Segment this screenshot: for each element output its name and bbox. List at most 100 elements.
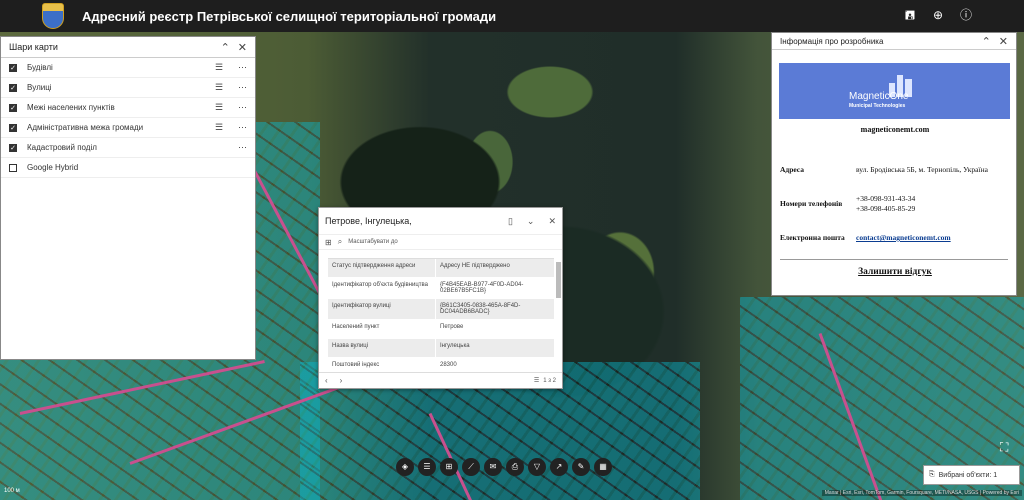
legend-icon[interactable]: ☰ [418, 458, 436, 476]
layer-item[interactable]: ✓ Межі населених пунктів ☰ ⋯ [1, 98, 255, 118]
brand-subtitle: Municipal Technologies [849, 103, 906, 109]
more-options-icon[interactable]: ⋯ [231, 82, 247, 93]
layer-label: Кадастровий поділ [27, 143, 97, 152]
legend-list-icon[interactable]: ☰ [215, 62, 231, 73]
attribute-value: Адресу НЕ підтверджено [440, 263, 510, 269]
divider [780, 259, 1008, 260]
company-website: magneticonemt.com [860, 125, 930, 134]
phone-2: +38-098-405-85-29 [856, 204, 916, 213]
collapse-icon[interactable]: ⌃ [221, 41, 230, 54]
popup-footer: ‹ › ☰ 1 з 2 [319, 372, 562, 388]
layer-label: Межі населених пунктів [27, 103, 115, 112]
attribute-key: Назва вулиці [328, 339, 436, 357]
phones-label: Номери телефонів [780, 199, 843, 208]
save-icon[interactable]: 🖪 [904, 8, 916, 22]
legend-list-icon[interactable]: ☰ [215, 102, 231, 113]
zoom-icon[interactable]: ⌕ [338, 237, 342, 247]
layer-item[interactable]: ✓ Будівлі ☰ ⋯ [1, 58, 255, 78]
next-icon[interactable]: › [340, 376, 343, 385]
collapse-icon[interactable]: ⌃ [982, 35, 991, 48]
phone-1: +38-098-931-43-34 [856, 194, 916, 203]
table-icon[interactable]: ▦ [594, 458, 612, 476]
feedback-link[interactable]: Залишити відгук [772, 267, 1018, 277]
grid-icon[interactable]: ⊞ [325, 238, 332, 247]
close-icon[interactable]: ✕ [548, 216, 556, 227]
map-attribution: Maxar | Esri, Esri, TomTom, Garmin, Four… [821, 490, 1022, 496]
info-panel-title: Інформація про розробника [780, 36, 884, 46]
layer-checkbox[interactable]: ✓ [9, 103, 17, 112]
legend-list-icon[interactable]: ☰ [215, 82, 231, 93]
draw-icon[interactable]: ✎ [572, 458, 590, 476]
layer-label: Адміністративна межа громади [27, 123, 144, 132]
layer-label: Будівлі [27, 63, 53, 72]
developer-info-panel: Інформація про розробника ⌃ ✕ MagneticOn… [771, 32, 1017, 296]
globe-icon[interactable]: ⊕ [932, 8, 944, 22]
print-icon[interactable]: ⎙ [506, 458, 524, 476]
attribute-key: Ідентифікатор об'єкта будівництва [328, 278, 436, 298]
bookmark-icon[interactable]: ✉ [484, 458, 502, 476]
basemap-icon[interactable]: ⊞ [440, 458, 458, 476]
more-options-icon[interactable]: ⋯ [231, 102, 247, 113]
attribute-key: Населений пункт [328, 320, 436, 338]
address-label: Адреса [780, 165, 804, 174]
layers-icon[interactable]: ◈ [396, 458, 414, 476]
scrollbar[interactable] [556, 262, 561, 298]
company-logo-banner: MagneticOne Municipal Technologies [779, 63, 1010, 119]
layer-item[interactable]: Google Hybrid [1, 158, 255, 178]
layer-checkbox[interactable]: ✓ [9, 83, 17, 92]
app-header: Адресний реєстр Петрівської селищної тер… [0, 0, 1024, 32]
attribute-value: Петрове [440, 324, 464, 330]
layer-checkbox[interactable]: ✓ [9, 63, 17, 72]
selected-features-label: Вибрані об'єкти: 1 [938, 471, 998, 479]
close-icon[interactable]: ✕ [999, 35, 1008, 48]
legend-list-icon[interactable]: ☰ [215, 122, 231, 133]
feature-popup: Петрове, Інгулецька, ▯ ⌄ ✕ ⊞ ⌕ Масштабув… [318, 207, 563, 389]
layer-item[interactable]: ✓ Кадастровий поділ ⋯ [1, 138, 255, 158]
layer-item[interactable]: ✓ Адміністративна межа громади ☰ ⋯ [1, 118, 255, 138]
layer-checkbox[interactable] [9, 163, 17, 172]
selected-features-button[interactable]: ⎘ Вибрані об'єкти: 1 [923, 465, 1020, 485]
layers-panel-title: Шари карти [9, 42, 58, 52]
header-toolbar: 🖪 ⊕ ⓘ [904, 8, 972, 22]
zoom-to-button[interactable]: Масштабувати до [348, 239, 397, 245]
fullscreen-icon[interactable]: ⛶ [1000, 440, 1018, 458]
table-row: Ідентифікатор вулиці {B61C3405-0838-465A… [328, 299, 554, 320]
pager-list-icon[interactable]: ☰ [534, 377, 539, 384]
selection-icon: ⎘ [929, 471, 935, 478]
table-row: Назва вулиці Інгулецька [328, 339, 554, 358]
layers-panel-header: Шари карти ⌃ ✕ [1, 37, 255, 58]
pager-label: 1 з 2 [543, 377, 556, 384]
attribute-value: Інгулецька [440, 343, 470, 349]
coat-of-arms-logo [42, 3, 64, 29]
map-toolbar: ◈ ☰ ⊞ ⟋ ✉ ⎙ ▽ ↗ ✎ ▦ [396, 458, 612, 478]
layer-item[interactable]: ✓ Вулиці ☰ ⋯ [1, 78, 255, 98]
filter-icon[interactable]: ▽ [528, 458, 546, 476]
layer-checkbox[interactable]: ✓ [9, 123, 17, 132]
measure-icon[interactable]: ⟋ [462, 458, 480, 476]
popup-header: Петрове, Інгулецька, ▯ ⌄ ✕ [319, 208, 562, 234]
info-icon[interactable]: ⓘ [960, 8, 972, 22]
popup-title: Петрове, Інгулецька, [325, 216, 412, 226]
share-icon[interactable]: ↗ [550, 458, 568, 476]
more-options-icon[interactable]: ⋯ [231, 62, 247, 73]
email-link[interactable]: contact@magneticonemt.com [856, 233, 951, 242]
info-panel-header: Інформація про розробника ⌃ ✕ [772, 33, 1016, 50]
attribute-table: Статус підтвердження адреси Адресу НЕ пі… [328, 258, 554, 374]
table-row: Статус підтвердження адреси Адресу НЕ пі… [328, 259, 554, 278]
chevron-down-icon[interactable]: ⌄ [527, 216, 535, 227]
table-row: Населений пункт Петрове [328, 320, 554, 339]
scale-bar: 100 м [4, 488, 20, 494]
address-value: вул. Бродівська 5Б, м. Тернопіль, Україн… [856, 165, 988, 174]
layer-checkbox[interactable]: ✓ [9, 143, 17, 152]
dock-icon[interactable]: ▯ [508, 216, 513, 227]
attribute-key: Статус підтвердження адреси [328, 259, 436, 277]
popup-toolbar: ⊞ ⌕ Масштабувати до [319, 234, 562, 250]
more-options-icon[interactable]: ⋯ [231, 142, 247, 153]
close-icon[interactable]: ✕ [238, 41, 247, 54]
attribute-key: Ідентифікатор вулиці [328, 299, 436, 319]
prev-icon[interactable]: ‹ [325, 376, 328, 385]
more-options-icon[interactable]: ⋯ [231, 122, 247, 133]
brand-name: MagneticOne [849, 91, 909, 102]
attribute-value: {B61C3405-0838-465A-8F4D-DC04ADB6BADC} [440, 303, 521, 315]
layer-label: Вулиці [27, 83, 52, 92]
